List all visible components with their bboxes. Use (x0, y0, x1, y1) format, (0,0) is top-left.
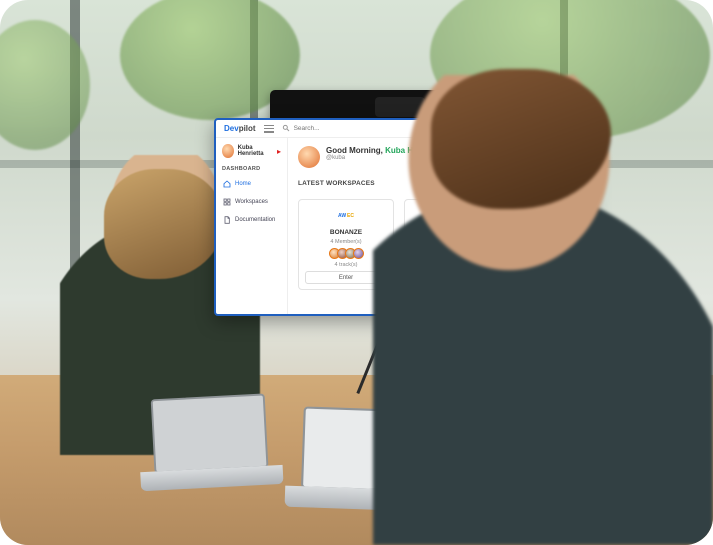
laptop (151, 393, 270, 490)
sidebar-username: Kuba Henrietta (238, 145, 273, 157)
meeting-room-photo: Devpilot Kuba Henrietta ▸ DASHBOARD (0, 0, 713, 545)
avatar (222, 144, 234, 158)
sidebar-item-label: Workspaces (235, 199, 268, 205)
document-icon (223, 216, 231, 224)
sidebar-user[interactable]: Kuba Henrietta ▸ (222, 144, 281, 158)
workspace-members: 4 Member(s) (330, 239, 361, 245)
workspace-tracks: 4 track(s) (335, 262, 358, 268)
workspace-name: BONANZE (330, 229, 362, 236)
person-foreground (373, 75, 713, 545)
sidebar-item-label: Documentation (235, 217, 275, 223)
logo-part-1: Dev (224, 124, 239, 133)
logo-text: EC (347, 213, 354, 219)
sidebar-section-title: DASHBOARD (222, 166, 281, 172)
search-icon (282, 124, 290, 134)
logo-text: AW (338, 213, 346, 219)
sidebar-item-home[interactable]: Home (222, 178, 281, 190)
logo-part-2: pilot (239, 124, 256, 133)
menu-toggle-icon[interactable] (264, 125, 274, 133)
avatar (353, 248, 364, 259)
sidebar-item-documentation[interactable]: Documentation (222, 214, 281, 226)
member-avatars (329, 248, 364, 259)
workspace-logo: AWEC (336, 206, 356, 226)
home-icon (223, 180, 231, 188)
avatar (298, 146, 320, 168)
workspaces-title: LATEST WORKSPACES (298, 180, 375, 187)
caret-right-icon: ▸ (277, 147, 281, 156)
sidebar-item-label: Home (235, 181, 251, 187)
sidebar-item-workspaces[interactable]: Workspaces (222, 196, 281, 208)
app-logo: Devpilot (224, 124, 256, 133)
grid-icon (223, 198, 231, 206)
sidebar: Kuba Henrietta ▸ DASHBOARD Home Workspac… (216, 138, 288, 314)
